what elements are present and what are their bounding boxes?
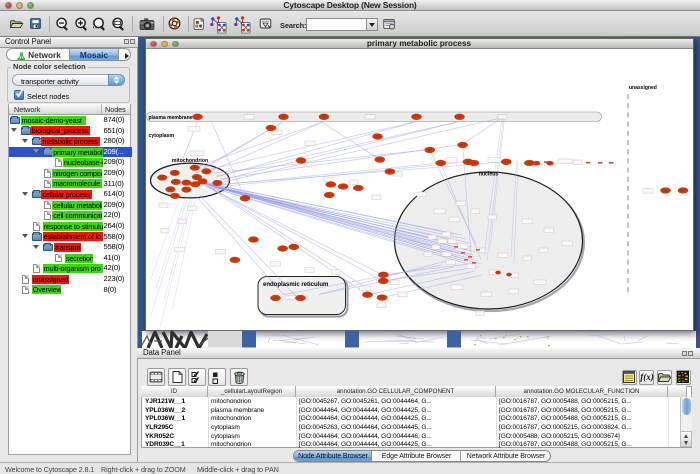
svg-text:cytoplasm: cytoplasm	[148, 133, 174, 139]
svg-text:f(x): f(x)	[640, 372, 654, 382]
svg-text:nucleus: nucleus	[478, 172, 498, 178]
svg-text:mitochondrion: mitochondrion	[171, 158, 207, 164]
svg-text:endoplasmic reticulum: endoplasmic reticulum	[263, 282, 328, 288]
svg-text:plasma membrane: plasma membrane	[148, 115, 192, 121]
svg-text:unassigned: unassigned	[629, 85, 657, 91]
